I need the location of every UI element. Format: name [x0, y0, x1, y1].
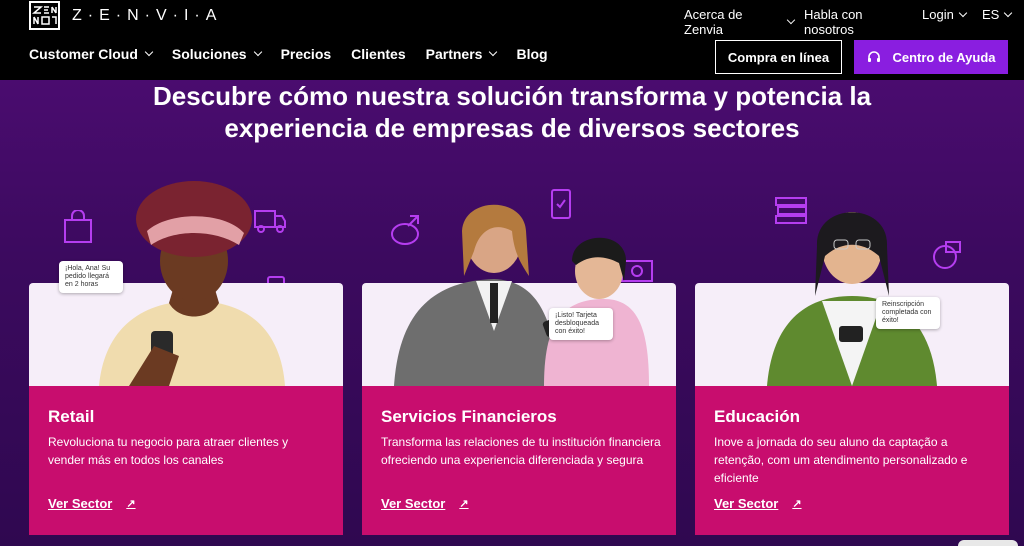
brand-name: Z·E·N·V·I·A: [72, 6, 223, 24]
nav-item-clientes[interactable]: Clientes: [351, 46, 405, 62]
bubble-text: ¡Hola, Ana! Su pedido llegará en 2 horas: [65, 265, 111, 288]
bubble-text: Reinscripción completada con éxito!: [882, 301, 932, 324]
language-selector[interactable]: ES: [982, 7, 1018, 22]
chevron-down-icon: [958, 8, 968, 17]
floating-widget-tab[interactable]: [958, 540, 1018, 546]
main-nav: Customer Cloud Soluciones Precios Client…: [29, 46, 568, 62]
financial-people-image: [394, 204, 649, 386]
retail-person-image: [99, 181, 285, 386]
logo-glyph-icon: [31, 6, 57, 25]
logo-mark-icon: [29, 1, 60, 30]
bubble-text: ¡Listo! Tarjeta desbloqueada con éxito!: [555, 312, 599, 335]
help-center-label: Centro de Ayuda: [892, 49, 996, 65]
section-heading: Descubre cómo nuestra solución transform…: [0, 80, 1024, 144]
chevron-down-icon: [1004, 8, 1013, 17]
nav-item-precios[interactable]: Precios: [281, 46, 332, 62]
sector-card-retail[interactable]: ¡Hola, Ana! Su pedido llegará en 2 horas…: [29, 181, 343, 535]
card-description: Revoluciona tu negocio para atraer clien…: [48, 435, 289, 467]
notification-bubble: ¡Listo! Tarjeta desbloqueada con éxito!: [549, 308, 613, 340]
external-arrow-icon: ↗: [126, 498, 136, 510]
top-link-contacto[interactable]: Habla con nosotros: [804, 7, 914, 37]
nav-item-soluciones[interactable]: Soluciones: [171, 46, 262, 62]
top-link-acerca[interactable]: Acerca de Zenvia: [684, 7, 796, 37]
nav-item-label: Blog: [516, 46, 548, 62]
ver-sector-link[interactable]: Ver Sector ↗: [381, 496, 469, 511]
link-label: Ver Sector: [381, 496, 446, 511]
nav-item-blog[interactable]: Blog: [516, 46, 547, 62]
sector-card-education[interactable]: Reinscripción completada con éxito! Educ…: [695, 212, 1009, 535]
card-description: Inove a jornada do seu aluno da captação…: [714, 435, 968, 485]
chevron-down-icon: [253, 47, 262, 57]
notification-bubble: Reinscripción completada con éxito!: [876, 297, 940, 329]
nav-item-label: Clientes: [351, 46, 406, 62]
nav-item-partners[interactable]: Partners: [425, 46, 498, 62]
card-description: Transforma las relaciones de tu instituc…: [381, 435, 661, 467]
zenvia-logo[interactable]: Z·E·N·V·I·A: [29, 1, 222, 30]
card-title: Educación: [714, 407, 800, 426]
education-person-image: [767, 212, 937, 386]
card-title: Retail: [48, 407, 95, 426]
link-label: Ver Sector: [48, 496, 113, 511]
ver-sector-link[interactable]: Ver Sector ↗: [48, 496, 136, 511]
external-arrow-icon: ↗: [459, 498, 469, 510]
link-label: Ver Sector: [714, 496, 779, 511]
top-link-label: Habla con nosotros: [804, 7, 863, 37]
heading-line-2: experiencia de empresas de diversos sect…: [224, 113, 800, 143]
nav-item-label: Customer Cloud: [29, 46, 138, 62]
card-title: Servicios Financieros: [381, 407, 557, 426]
buy-online-button[interactable]: Compra en línea: [715, 40, 842, 74]
nav-item-customer-cloud[interactable]: Customer Cloud: [29, 46, 154, 62]
sector-card-financial[interactable]: ¡Listo! Tarjeta desbloqueada con éxito! …: [362, 204, 676, 535]
language-label: ES: [982, 7, 1000, 22]
top-link-login[interactable]: Login: [922, 7, 972, 22]
heading-line-1: Descubre cómo nuestra solución transform…: [152, 81, 872, 111]
chevron-down-icon: [786, 15, 796, 25]
nav-item-label: Precios: [280, 46, 332, 62]
site-header: Z·E·N·V·I·A Acerca de Zenvia Habla con n…: [0, 0, 1024, 80]
buy-online-label: Compra en línea: [727, 49, 830, 65]
chevron-down-icon: [489, 47, 498, 57]
top-link-label: Login: [922, 7, 954, 22]
top-link-label: Acerca de Zenvia: [684, 7, 743, 37]
notification-bubble: ¡Hola, Ana! Su pedido llegará en 2 horas: [59, 261, 123, 293]
nav-item-label: Soluciones: [171, 46, 247, 62]
shopping-bag-icon: [64, 210, 92, 243]
ver-sector-link[interactable]: Ver Sector ↗: [714, 496, 802, 511]
external-arrow-icon: ↗: [792, 498, 802, 510]
headset-icon: [868, 51, 881, 62]
chevron-down-icon: [144, 47, 154, 57]
help-center-button[interactable]: Centro de Ayuda: [854, 40, 1008, 74]
nav-item-label: Partners: [425, 46, 483, 62]
